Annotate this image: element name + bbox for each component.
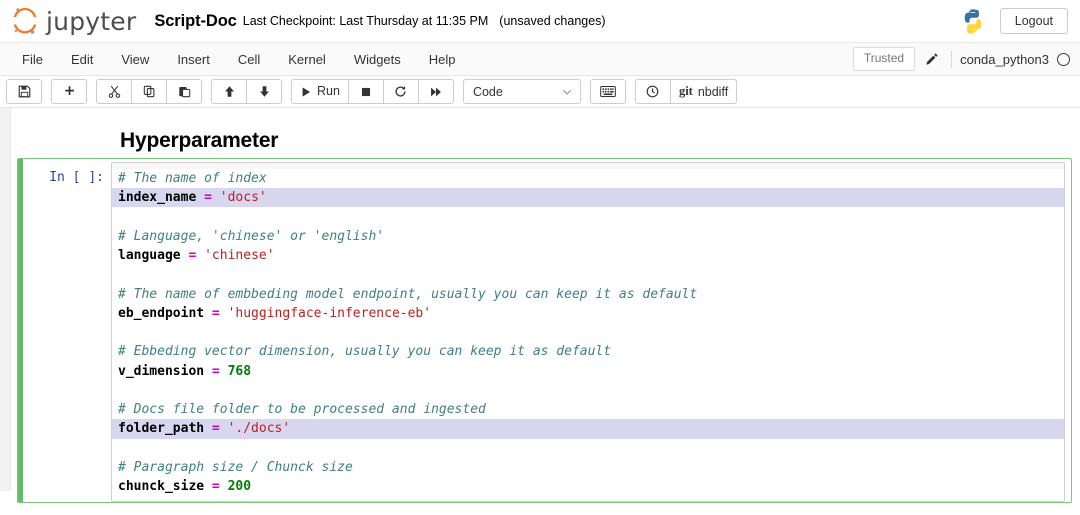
trusted-badge[interactable]: Trusted (852, 47, 916, 71)
menu-item-file[interactable]: File (8, 47, 57, 72)
code-cell-selected[interactable]: In [ ]: # The name of index index_name = … (17, 158, 1072, 503)
toolbar-group-move (211, 79, 282, 104)
insert-cell-below-button[interactable] (51, 79, 87, 104)
cell-type-select[interactable]: Code (462, 79, 581, 104)
interrupt-kernel-button[interactable] (347, 79, 384, 104)
code-line: # Ebbeding vector dimension, usually you… (112, 342, 1064, 362)
code-line: index_name = 'docs' (112, 188, 1064, 208)
menu-bar: File Edit View Insert Cell Kernel Widget… (0, 43, 1080, 76)
stop-square-icon (361, 87, 370, 96)
menu-item-cell[interactable]: Cell (224, 47, 274, 72)
play-icon (302, 86, 311, 97)
code-line: language = 'chinese' (112, 246, 1064, 266)
menu-item-widgets[interactable]: Widgets (340, 47, 415, 72)
cell-type-value: Code (472, 84, 503, 99)
code-line (112, 323, 1064, 343)
fast-forward-icon (430, 87, 441, 96)
jupyter-logo-icon (10, 6, 40, 36)
keyboard-icon (600, 86, 616, 97)
header-right-group: Logout (960, 7, 1068, 35)
menu-item-help[interactable]: Help (415, 47, 470, 72)
toolbar-group-save (6, 79, 42, 104)
clock-icon (647, 85, 659, 98)
paste-cell-button[interactable] (166, 79, 202, 104)
toolbar-group-insert (51, 79, 87, 104)
menu-item-view[interactable]: View (107, 47, 163, 72)
menu-item-edit[interactable]: Edit (57, 47, 107, 72)
restart-run-all-button[interactable] (417, 79, 454, 104)
jupyter-notebook-page: jupyter Script-Doc Last Checkpoint: Last… (0, 0, 1080, 515)
cut-cell-button[interactable] (96, 79, 132, 104)
git-nbdiff-button[interactable]: git nbdiff (669, 79, 738, 104)
markdown-heading[interactable]: Hyperparameter (120, 129, 278, 153)
kernel-idle-circle-icon[interactable] (1057, 52, 1070, 66)
code-line: folder_path = './docs' (112, 419, 1064, 439)
menu-item-insert[interactable]: Insert (163, 47, 224, 72)
code-line: # Paragraph size / Chunck size (112, 457, 1064, 478)
move-cell-down-button[interactable] (246, 79, 282, 104)
notebook-name[interactable]: Script-Doc (154, 12, 237, 31)
jupyter-wordmark: jupyter (46, 6, 137, 36)
run-button-label: Run (317, 84, 340, 99)
restart-circular-arrow-icon (395, 86, 406, 97)
chevron-down-icon (562, 89, 572, 95)
code-line (112, 438, 1064, 458)
notebook-content: Hyperparameter In [ ]: # The name of ind… (10, 108, 1080, 503)
notebook-toolbar: Run Code git nbdiff (0, 76, 1080, 108)
code-source[interactable]: # The name of index index_name = 'docs' #… (112, 169, 1064, 501)
last-checkpoint-label: Last Checkpoint: Last Thursday at 11:35 … (242, 14, 489, 28)
keyboard-shortcuts-button[interactable] (589, 79, 626, 104)
kernel-name-label[interactable]: conda_python3 (960, 52, 1049, 67)
move-cell-up-button[interactable] (211, 79, 247, 104)
pencil-icon[interactable] (915, 52, 949, 66)
code-line (112, 207, 1064, 227)
code-input-area[interactable]: # The name of index index_name = 'docs' #… (111, 162, 1065, 502)
python-logo-icon (960, 8, 986, 34)
run-cell-button[interactable]: Run (291, 79, 349, 104)
code-line: # Language, 'chinese' or 'english' (112, 226, 1064, 246)
code-line: # The name of embbeding model endpoint, … (112, 284, 1064, 304)
toolbar-group-clipboard (96, 79, 202, 104)
restart-kernel-button[interactable] (382, 79, 419, 104)
git-label: git (678, 84, 693, 98)
menubar-right-group: Trusted conda_python3 (852, 47, 1080, 71)
jupyter-logo[interactable]: jupyter (10, 6, 136, 36)
nbdiff-label: nbdiff (697, 84, 729, 99)
toolbar-group-keyboard (589, 79, 626, 104)
code-line (112, 380, 1064, 401)
toolbar-group-run: Run (291, 79, 454, 104)
logout-button[interactable]: Logout (999, 7, 1068, 35)
command-palette-button[interactable] (634, 79, 671, 104)
cell-selection-bar (18, 159, 23, 502)
code-line: # Docs file folder to be processed and i… (112, 400, 1064, 420)
code-line (112, 496, 1064, 501)
code-line: chunck_size = 200 (112, 477, 1064, 497)
code-line: eb_endpoint = 'huggingface-inference-eb' (112, 303, 1064, 323)
toolbar-group-git: git nbdiff (634, 79, 738, 104)
menubar-divider (951, 50, 953, 68)
code-line: # The name of index (112, 169, 1064, 189)
code-line (112, 265, 1064, 285)
app-header: jupyter Script-Doc Last Checkpoint: Last… (0, 0, 1080, 43)
menu-item-kernel[interactable]: Kernel (274, 47, 340, 72)
cell-prompt: In [ ]: (49, 170, 104, 185)
save-button[interactable] (6, 79, 42, 104)
notebook-body: Hyperparameter In [ ]: # The name of ind… (0, 108, 1080, 503)
code-line: v_dimension = 768 (112, 361, 1064, 381)
save-status-label: (unsaved changes) (499, 14, 606, 28)
copy-cell-button[interactable] (131, 79, 167, 104)
